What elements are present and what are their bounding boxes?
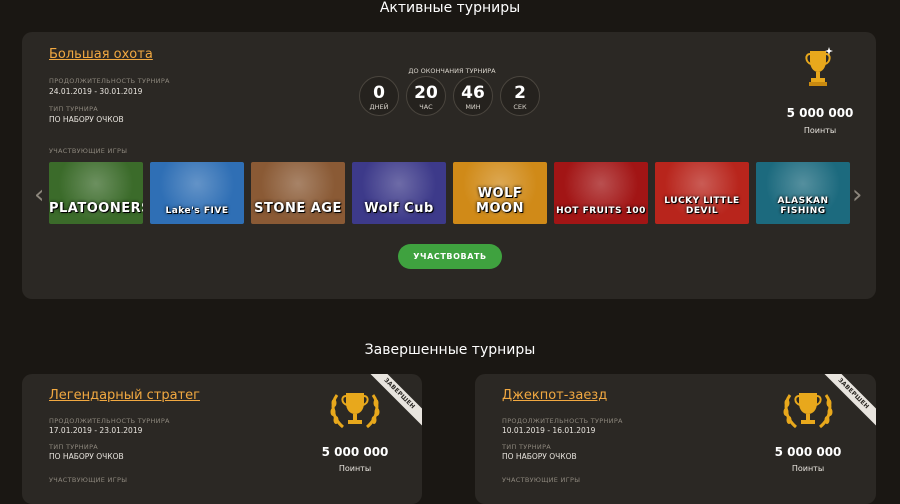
prize-unit: Поинты xyxy=(791,464,825,473)
prize-amount: 5 000 000 xyxy=(774,445,842,459)
countdown-days: 0 ДНЕЙ xyxy=(359,76,399,116)
type-value: ПО НАБОРУ ОЧКОВ xyxy=(49,452,124,461)
tournament-title-link[interactable]: Большая охота xyxy=(49,47,153,62)
countdown-minutes: 46 МИН xyxy=(453,76,493,116)
countdown-minutes-unit: МИН xyxy=(465,103,481,111)
game-title: PLATOONERS xyxy=(49,201,143,216)
countdown-hours: 20 ЧАС xyxy=(406,76,446,116)
type-label: ТИП ТУРНИРА xyxy=(49,105,99,113)
games-label: УЧАСТВУЮЩИЕ ИГРЫ xyxy=(49,476,128,484)
type-value: ПО НАБОРУ ОЧКОВ xyxy=(49,115,124,124)
finished-tournaments-heading: Завершенные турниры xyxy=(364,342,536,358)
duration-label: ПРОДОЛЖИТЕЛЬНОСТЬ ТУРНИРА xyxy=(49,77,170,85)
duration-label: ПРОДОЛЖИТЕЛЬНОСТЬ ТУРНИРА xyxy=(502,417,623,425)
countdown-hours-value: 20 xyxy=(414,83,438,103)
game-title: HOT FRUITS 100 xyxy=(556,206,646,216)
games-label: УЧАСТВУЮЩИЕ ИГРЫ xyxy=(502,476,581,484)
countdown-hours-unit: ЧАС xyxy=(419,103,433,111)
type-label: ТИП ТУРНИРА xyxy=(502,443,552,451)
game-tile[interactable]: LUCKY LITTLE DEVIL xyxy=(655,162,749,224)
duration-label: ПРОДОЛЖИТЕЛЬНОСТЬ ТУРНИРА xyxy=(49,417,170,425)
countdown-minutes-value: 46 xyxy=(461,83,485,103)
game-title: ALASKAN FISHING xyxy=(777,196,829,216)
duration-value: 10.01.2019 - 16.01.2019 xyxy=(502,426,596,435)
prize-amount: 5 000 000 xyxy=(321,445,389,459)
tournament-title-link[interactable]: Джекпот-заезд xyxy=(502,388,607,403)
type-value: ПО НАБОРУ ОЧКОВ xyxy=(502,452,577,461)
games-carousel: PLATOONERS Lake's FIVE STONE AGE Wolf Cub WO… xyxy=(49,162,850,224)
laurel-trophy-icon xyxy=(330,393,380,429)
game-tile[interactable]: ALASKAN FISHING xyxy=(756,162,850,224)
game-tile[interactable]: Lake's FIVE xyxy=(150,162,244,224)
game-tile[interactable]: Wolf Cub xyxy=(352,162,446,224)
prize-unit: Поинты xyxy=(338,464,372,473)
game-tile[interactable]: PLATOONERS xyxy=(49,162,143,224)
type-label: ТИП ТУРНИРА xyxy=(49,443,99,451)
trophy-icon xyxy=(805,47,833,86)
prize-unit: Поинты xyxy=(803,126,837,135)
game-title: STONE AGE xyxy=(254,201,342,216)
game-tile[interactable]: STONE AGE xyxy=(251,162,345,224)
game-title: Lake's FIVE xyxy=(165,206,229,216)
join-tournament-button[interactable]: УЧАСТВОВАТЬ xyxy=(398,244,502,269)
countdown-caption: ДО ОКОНЧАНИЯ ТУРНИРА xyxy=(408,67,496,75)
active-tournaments-heading: Активные турниры xyxy=(379,0,521,16)
games-label: УЧАСТВУЮЩИЕ ИГРЫ xyxy=(49,147,128,155)
game-title: LUCKY LITTLE DEVIL xyxy=(664,196,740,216)
laurel-trophy-icon xyxy=(783,393,833,429)
game-title: Wolf Cub xyxy=(364,201,434,216)
game-tile[interactable]: WOLF MOON xyxy=(453,162,547,224)
game-tile[interactable]: HOT FRUITS 100 xyxy=(554,162,648,224)
countdown-days-unit: ДНЕЙ xyxy=(369,103,389,111)
countdown-seconds: 2 СЕК xyxy=(500,76,540,116)
prize-amount: 5 000 000 xyxy=(786,106,854,120)
countdown-seconds-value: 2 xyxy=(514,83,526,103)
countdown-seconds-unit: СЕК xyxy=(513,103,527,111)
game-title: WOLF MOON xyxy=(476,186,524,216)
countdown-days-value: 0 xyxy=(373,83,385,103)
duration-value: 24.01.2019 - 30.01.2019 xyxy=(49,87,143,96)
carousel-prev-arrow-icon[interactable]: ‹ xyxy=(34,180,44,210)
tournament-title-link[interactable]: Легендарный стратег xyxy=(49,388,200,403)
carousel-next-arrow-icon[interactable]: › xyxy=(852,180,862,210)
duration-value: 17.01.2019 - 23.01.2019 xyxy=(49,426,143,435)
